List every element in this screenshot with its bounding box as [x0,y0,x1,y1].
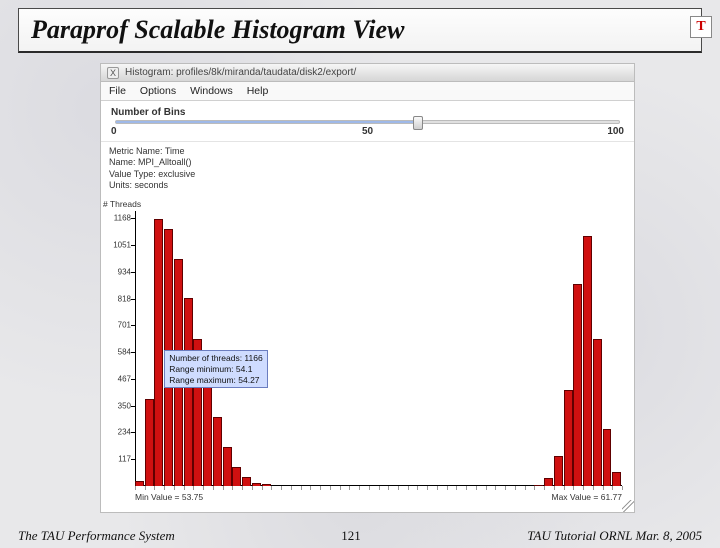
tau-logo-letter: T [696,19,705,35]
meta-units: Units: seconds [109,180,626,191]
y-tick-label: 350 [118,401,131,410]
histogram-bar[interactable] [232,467,241,486]
histogram-bar[interactable] [593,339,602,486]
bins-slider-mid: 50 [362,126,373,137]
histogram-bar[interactable] [564,390,573,486]
histogram-bar[interactable] [174,259,183,486]
y-axis-labels: 117 234 350 467 584 701 818 934 1051 1168 [107,211,133,486]
x-max-label: Max Value = 61.77 [552,492,623,502]
y-tick-label: 584 [118,348,131,357]
x-axis-labels: Min Value = 53.75 Max Value = 61.77 [135,492,622,504]
menu-help[interactable]: Help [247,85,269,97]
y-tick-label: 467 [118,374,131,383]
meta-name: Name: MPI_Alltoall() [109,157,626,168]
histogram-bar[interactable] [154,219,163,486]
histogram-bar[interactable] [544,478,553,486]
x-min-label: Min Value = 53.75 [135,492,203,502]
slide-footer: The TAU Performance System 121 TAU Tutor… [0,528,720,544]
histogram-bar[interactable] [193,339,202,486]
y-tick-label: 1168 [114,214,131,223]
footer-page-number: 121 [341,528,361,544]
window-titlebar[interactable]: X Histogram: profiles/8k/miranda/taudata… [101,64,634,82]
menu-file[interactable]: File [109,85,126,97]
slide-title: Paraprof Scalable Histogram View [31,15,689,45]
y-tick-label: 234 [118,428,131,437]
histogram-bar[interactable] [603,429,612,486]
footer-right: TAU Tutorial ORNL Mar. 8, 2005 [527,528,702,544]
histogram-bar[interactable] [213,417,222,486]
histogram-bar[interactable] [145,399,154,486]
menubar: File Options Windows Help [101,82,634,101]
histogram-bar[interactable] [203,381,212,486]
histogram-chart: # Threads 117234350467584701818934105111… [107,193,628,508]
histogram-bar[interactable] [583,236,592,486]
bins-slider-label: Number of Bins [111,107,624,118]
histogram-metadata: Metric Name: Time Name: MPI_Alltoall() V… [101,142,634,193]
histogram-bar[interactable] [184,298,193,486]
histogram-bar[interactable] [573,284,582,486]
menu-options[interactable]: Options [140,85,176,97]
menu-windows[interactable]: Windows [190,85,233,97]
x-axis-ticks [135,486,622,490]
y-tick-label: 117 [118,455,131,464]
tau-logo: T [690,16,712,38]
histogram-bar[interactable] [242,477,251,486]
histogram-bar[interactable] [554,456,563,486]
window-title: Histogram: profiles/8k/miranda/taudata/d… [125,67,356,78]
histogram-bar[interactable] [223,447,232,486]
resize-grip-icon[interactable] [622,500,634,512]
histogram-bar[interactable] [612,472,621,486]
y-tick-label: 818 [118,294,131,303]
meta-metric: Metric Name: Time [109,146,626,157]
bins-slider-max: 100 [607,126,624,137]
footer-left: The TAU Performance System [18,528,175,544]
close-icon[interactable]: X [107,67,119,79]
y-tick-label: 1051 [113,241,131,250]
histogram-bars [135,211,622,486]
y-axis-title: # Threads [103,199,141,209]
y-tick-label: 934 [118,267,131,276]
bins-slider-min: 0 [111,126,117,137]
meta-valuetype: Value Type: exclusive [109,169,626,180]
slide-title-bar: Paraprof Scalable Histogram View [18,8,702,53]
y-tick-label: 701 [118,321,131,330]
histogram-window: X Histogram: profiles/8k/miranda/taudata… [100,63,635,513]
histogram-bar[interactable] [164,229,173,486]
bins-slider-panel: Number of Bins 0 50 100 [101,101,634,142]
